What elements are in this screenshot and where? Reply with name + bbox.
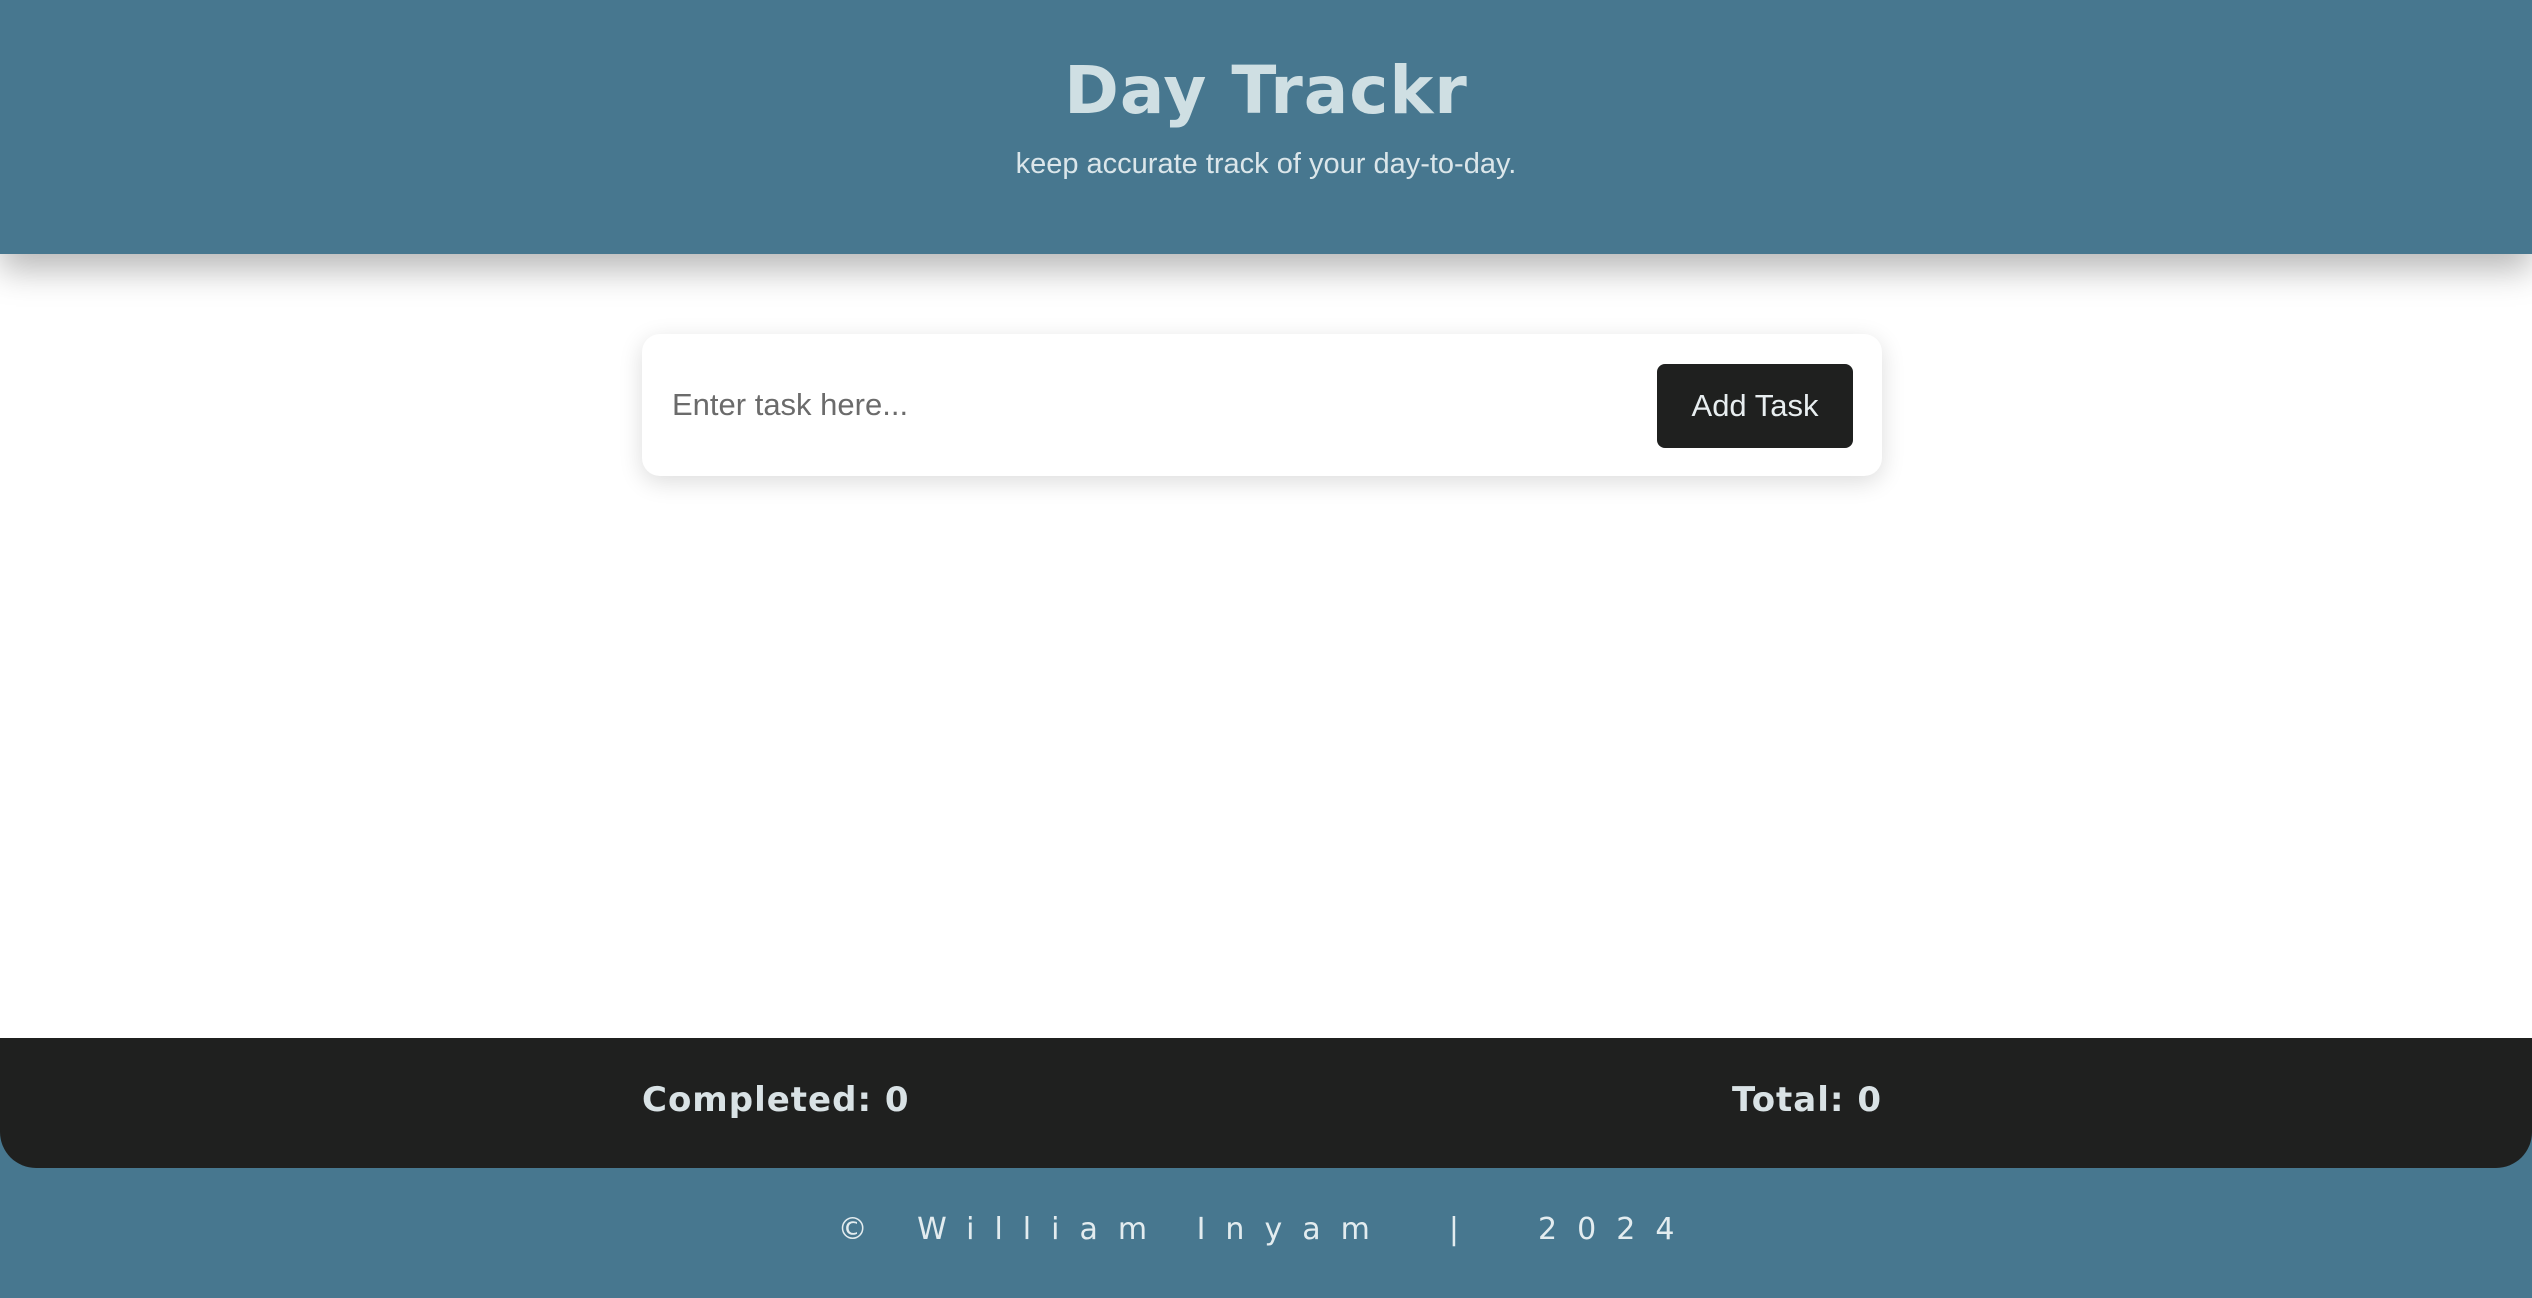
- add-task-button[interactable]: Add Task: [1657, 364, 1853, 448]
- app-header: Day Trackr keep accurate track of your d…: [0, 0, 2532, 254]
- completed-count: Completed: 0: [642, 1080, 910, 1120]
- app-title: Day Trackr: [1064, 52, 1468, 129]
- task-input[interactable]: [668, 366, 1608, 444]
- stats-bar: Completed: 0 Total: 0: [0, 1038, 2532, 1168]
- total-count: Total: 0: [1732, 1080, 1882, 1120]
- app-subtitle: keep accurate track of your day-to-day.: [1015, 148, 1517, 180]
- task-entry-form: Add Task: [642, 334, 1882, 476]
- copyright-credit: © William Inyam | 2024: [837, 1212, 1695, 1247]
